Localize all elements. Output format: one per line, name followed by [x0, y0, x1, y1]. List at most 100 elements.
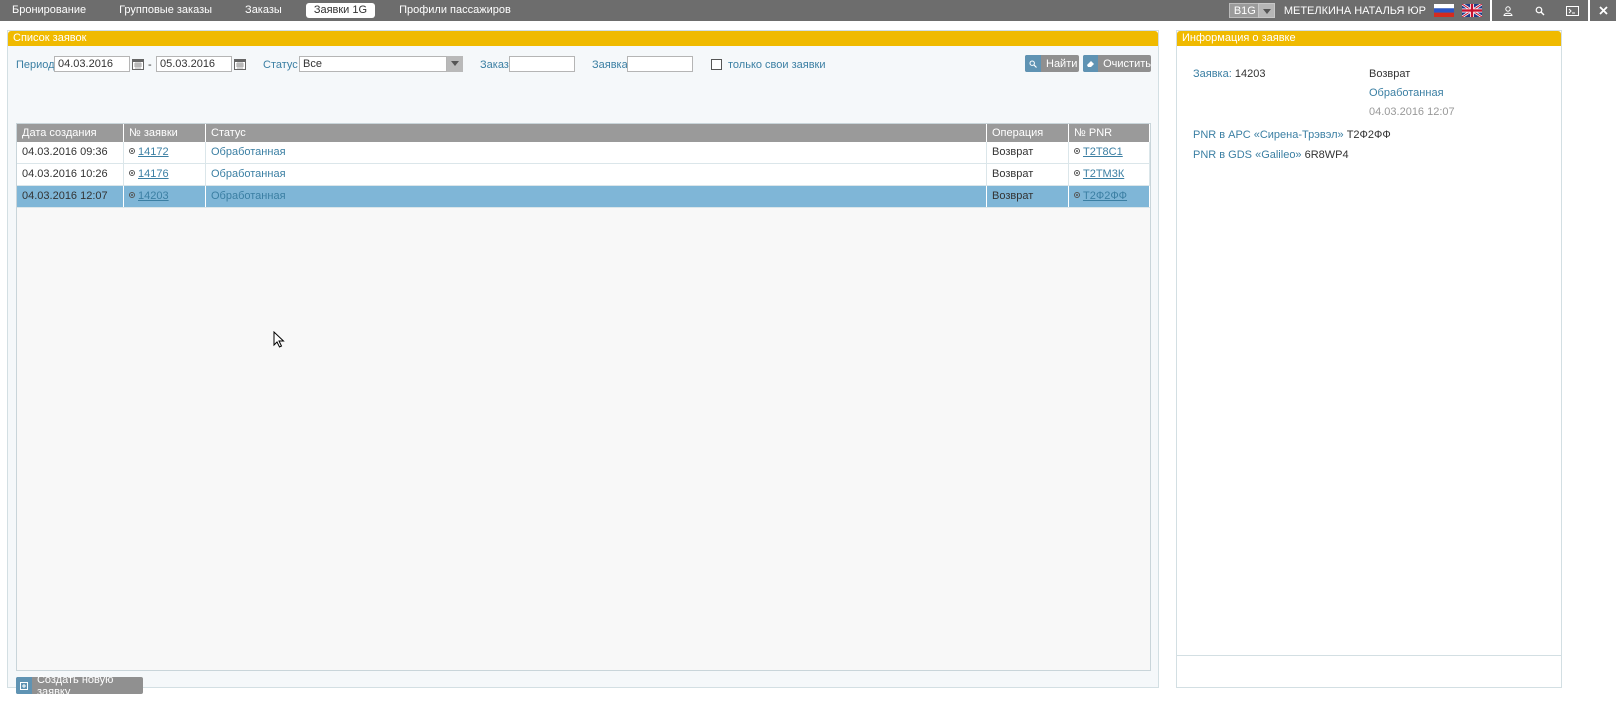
cell-created: 04.03.2016 10:26	[17, 164, 124, 185]
pnr-arc-label: PNR в АРС «Сирена-Трэвэл»	[1193, 129, 1344, 141]
expand-icon[interactable]	[129, 148, 135, 155]
close-icon[interactable]	[1590, 0, 1616, 21]
cell-pnr: Т2Т8С1	[1069, 142, 1150, 163]
cell-operation: Возврат	[987, 164, 1069, 185]
column-header-pnr[interactable]: № PNR	[1069, 124, 1150, 142]
ru-flag-icon[interactable]	[1434, 4, 1454, 17]
cell-operation: Возврат	[987, 186, 1069, 207]
main-nav: Бронирование Групповые заказы Заказы Зая…	[0, 0, 511, 21]
create-request-label: Создать новую заявку	[36, 673, 114, 698]
user-icon[interactable]	[1492, 0, 1524, 21]
request-number-link[interactable]: 14176	[138, 168, 169, 180]
status-select[interactable]: Все	[299, 56, 447, 72]
chevron-down-icon[interactable]	[447, 56, 463, 72]
search-icon[interactable]	[1524, 0, 1556, 21]
clear-button-label: Очистить	[1103, 57, 1151, 70]
order-field[interactable]	[509, 56, 575, 72]
cell-status: Обработанная	[206, 142, 987, 163]
create-request-button[interactable]: Создать новую заявку	[16, 674, 143, 698]
request-info-panel: Информация о заявке Заявка: 14203 Возвра…	[1176, 30, 1562, 688]
tab-group-orders[interactable]: Групповые заказы	[119, 0, 212, 21]
own-only-checkbox[interactable]	[711, 59, 722, 70]
cell-created: 04.03.2016 12:07	[17, 186, 124, 207]
column-header-operation[interactable]: Операция	[987, 124, 1069, 142]
pnr-gds-value: 6R8WP4	[1304, 149, 1349, 161]
panel-title: Список заявок	[8, 31, 1158, 46]
info-datetime: 04.03.2016 12:07	[1369, 106, 1455, 118]
cell-created: 04.03.2016 09:36	[17, 142, 124, 163]
date-from-field[interactable]: 04.03.2016	[54, 56, 130, 72]
info-panel-footer	[1177, 655, 1561, 687]
cell-status: Обработанная	[206, 164, 987, 185]
terminal-icon[interactable]	[1556, 0, 1588, 21]
order-label: Заказ	[480, 59, 509, 71]
tab-requests-1g[interactable]: Заявки 1G	[305, 3, 376, 18]
table-row-selected[interactable]: 04.03.2016 12:07 14203 Обработанная Возв…	[17, 186, 1150, 208]
request-number: 14203	[1234, 68, 1266, 80]
top-bar: Бронирование Групповые заказы Заказы Зая…	[0, 0, 1616, 21]
requests-table: Дата создания № заявки Статус Операция №…	[16, 123, 1151, 671]
tab-booking[interactable]: Бронирование	[12, 0, 86, 21]
status-value: Обработанная	[1369, 87, 1444, 99]
mouse-cursor-icon	[273, 331, 285, 348]
period-label: Период	[16, 59, 55, 71]
cell-status: Обработанная	[206, 186, 987, 207]
tab-orders[interactable]: Заказы	[245, 0, 282, 21]
date-to-field[interactable]: 05.03.2016	[156, 56, 232, 72]
info-status: Обработанная	[1369, 87, 1444, 99]
expand-icon[interactable]	[1074, 170, 1080, 177]
cell-operation: Возврат	[987, 142, 1069, 163]
expand-icon[interactable]	[1074, 148, 1080, 155]
info-request: Заявка: 14203	[1193, 68, 1265, 80]
pnr-link[interactable]: Т2Ф2ФФ	[1083, 190, 1127, 202]
pnr-gds-label: PNR в GDS «Galileo»	[1193, 149, 1302, 161]
pnr-link[interactable]: Т2Т8С1	[1083, 146, 1123, 158]
column-header-status[interactable]: Статус	[206, 124, 987, 142]
request-number-link[interactable]: 14172	[138, 146, 169, 158]
agency-select[interactable]: B1G	[1228, 3, 1275, 18]
calendar-icon[interactable]	[234, 58, 246, 70]
request-list-panel: Список заявок Период 04.03.2016 - 05.03.…	[7, 30, 1159, 698]
info-pnr-arc: PNR в АРС «Сирена-Трэвэл» Т2Ф2ФФ	[1193, 129, 1391, 141]
info-pnr-gds: PNR в GDS «Galileo» 6R8WP4	[1193, 149, 1349, 161]
cell-number: 14203	[124, 186, 206, 207]
find-button-label: Найти	[1046, 57, 1078, 70]
pnr-arc-value: Т2Ф2ФФ	[1346, 129, 1391, 141]
request-list-body: Период 04.03.2016 - 05.03.2016 Статус Вс…	[8, 46, 1158, 698]
request-label: Заявка	[592, 59, 628, 71]
tab-passenger-profiles[interactable]: Профили пассажиров	[399, 0, 511, 21]
expand-icon[interactable]	[1074, 192, 1080, 199]
top-right-area: B1G МЕТЕЛКИНА НАТАЛЬЯ ЮР	[1228, 0, 1616, 21]
operation-value: Возврат	[1369, 68, 1411, 80]
cell-pnr: Т2Ф2ФФ	[1069, 186, 1150, 207]
search-icon	[1025, 55, 1041, 72]
own-only-label: только свои заявки	[728, 59, 826, 71]
cell-number: 14172	[124, 142, 206, 163]
agency-code: B1G	[1228, 3, 1258, 18]
table-row[interactable]: 04.03.2016 10:26 14176 Обработанная Возв…	[17, 164, 1150, 186]
panel-title: Информация о заявке	[1177, 31, 1561, 46]
table-header: Дата создания № заявки Статус Операция №…	[17, 124, 1150, 142]
request-field[interactable]	[627, 56, 693, 72]
request-label: Заявка:	[1193, 68, 1232, 80]
calendar-icon[interactable]	[132, 58, 144, 70]
chevron-down-icon[interactable]	[1257, 3, 1275, 18]
find-button[interactable]: Найти	[1025, 55, 1079, 72]
pnr-link[interactable]: Т2ТМ3К	[1083, 168, 1124, 180]
column-header-created[interactable]: Дата создания	[17, 124, 124, 142]
info-operation: Возврат	[1369, 68, 1410, 80]
request-number-link[interactable]: 14203	[138, 190, 169, 202]
date-separator: -	[148, 59, 152, 71]
uk-flag-icon[interactable]	[1462, 4, 1482, 17]
cell-pnr: Т2ТМ3К	[1069, 164, 1150, 185]
eraser-icon	[1083, 55, 1099, 72]
clear-button[interactable]: Очистить	[1083, 55, 1151, 72]
add-icon	[16, 677, 32, 694]
table-row[interactable]: 04.03.2016 09:36 14172 Обработанная Возв…	[17, 142, 1150, 164]
cell-number: 14176	[124, 164, 206, 185]
status-label: Статус	[263, 59, 298, 71]
expand-icon[interactable]	[129, 192, 135, 199]
expand-icon[interactable]	[129, 170, 135, 177]
column-header-number[interactable]: № заявки	[124, 124, 206, 142]
user-name: МЕТЕЛКИНА НАТАЛЬЯ ЮР	[1283, 4, 1426, 17]
